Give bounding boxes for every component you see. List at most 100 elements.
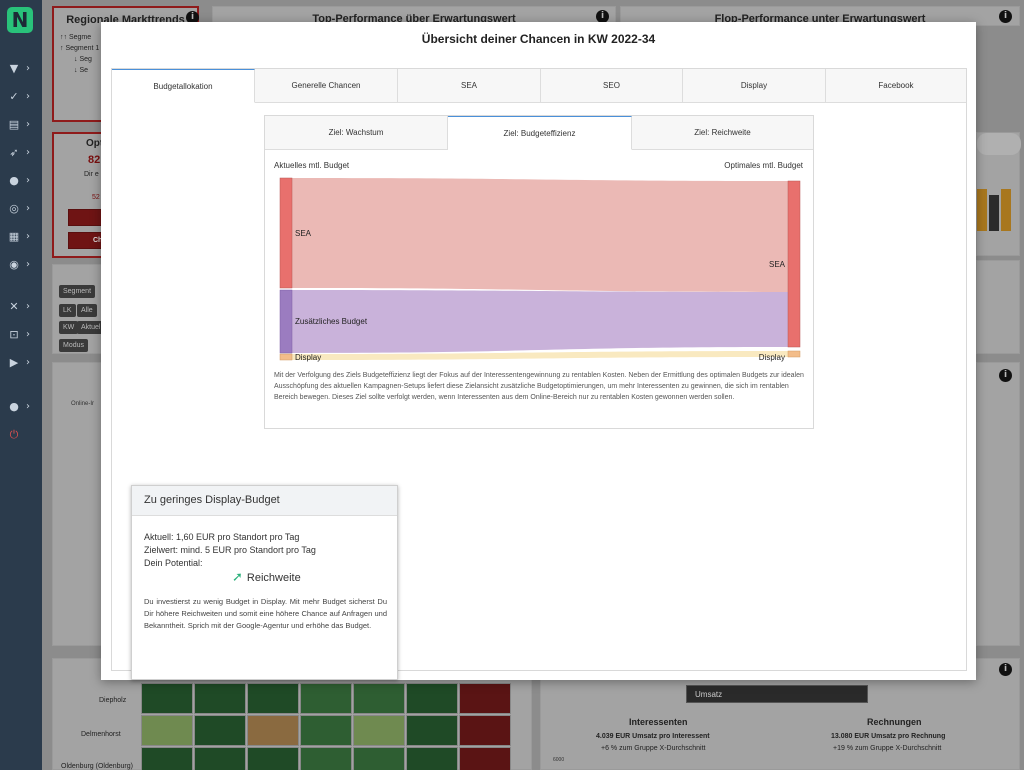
sankey-label-display-left: Display [295,353,321,362]
metric-dropdown[interactable]: Umsatz [686,685,868,703]
filter-icon: ▼ [9,62,19,75]
tab-display[interactable]: Display [683,69,826,103]
sankey-node-sea-right [787,180,801,348]
tab-seo[interactable]: SEO [541,69,683,103]
chevron-right-icon: › [26,329,30,340]
subtab-reichweite[interactable]: Ziel: Reichweite [632,116,813,150]
heatmap-cell[interactable] [141,715,193,746]
heatmap-cell[interactable] [247,715,299,746]
heatmap-cell[interactable] [194,715,246,746]
sankey-label-display-right: Display [759,353,785,362]
heatmap-cell[interactable] [406,715,458,746]
stat-title: Rechnungen [867,717,922,727]
side-chart-card [976,132,1021,256]
document-icon: ▤ [8,118,20,131]
alert-title: Zu geringes Display-Budget [132,486,397,516]
tab-sea[interactable]: SEA [398,69,541,103]
heatmap-cell[interactable] [194,747,246,770]
tab-generelle-chancen[interactable]: Generelle Chancen [255,69,398,103]
optimal-budget-label: Optimales mtl. Budget [724,161,803,170]
main-tabs: Budgetallokation Generelle Chancen SEA S… [112,69,966,103]
sidebar-item-eye[interactable]: ◉ › [0,254,42,278]
sankey-flow-sea [292,178,788,292]
stat-sub: +19 % zum Gruppe X-Durchschnitt [833,745,942,752]
chevron-right-icon: › [26,231,30,242]
trend-row: ↓ Seg [74,56,92,63]
heatmap-cell[interactable] [353,747,405,770]
stat-value: 4.039 EUR Umsatz pro Interessent [596,733,710,740]
opt-num: 52 [92,194,100,201]
heatmap-cell[interactable] [141,683,193,714]
heatmap-cell[interactable] [406,747,458,770]
app-logo[interactable]: N [7,7,33,33]
sidebar-item-filter[interactable]: ▼ › [0,58,42,82]
alert-current: Aktuell: 1,60 EUR pro Standort pro Tag [144,532,300,542]
alert-potential: ➚ Reichweite [232,570,301,585]
heatmap-cell[interactable] [406,683,458,714]
sidebar-item-user[interactable]: ● › [0,396,42,420]
goal-description: Mit der Verfolgung des Ziels Budgeteffiz… [274,372,804,401]
chevron-right-icon: › [26,91,30,102]
lock-icon: ⊡ [9,328,19,341]
sidebar-item-play[interactable]: ▶ › [0,352,42,376]
chances-modal: Übersicht deiner Chancen in KW 2022-34 B… [101,22,976,680]
opt-value: 82 [88,154,101,166]
modal-body: Budgetallokation Generelle Chancen SEA S… [111,68,967,680]
heatmap-cell[interactable] [194,683,246,714]
heatmap-cell[interactable] [353,715,405,746]
heatmap-cell[interactable] [459,715,511,746]
heatmap-cell[interactable] [300,683,352,714]
chevron-right-icon: › [26,401,30,412]
sankey-node-display-left [279,353,293,361]
heatmap-cell[interactable] [300,747,352,770]
heatmap-row-label: Diepholz [99,697,127,704]
target-icon: ◎ [9,202,19,215]
chevron-right-icon: › [26,259,30,270]
heatmap-cell[interactable] [459,683,511,714]
heatmap-cell[interactable] [247,747,299,770]
stat-title: Interessenten [629,717,688,727]
sidebar-item-power[interactable]: ⏻ [0,424,42,448]
info-icon[interactable]: i [999,663,1012,676]
eye-icon: ◉ [9,258,19,271]
stat-sub: +6 % zum Gruppe X-Durchschnitt [601,745,706,752]
heatmap-cell[interactable] [300,715,352,746]
info-icon[interactable]: i [999,10,1012,23]
info-icon[interactable]: i [999,369,1012,382]
sidebar-item-check[interactable]: ✓ › [0,86,42,110]
map-label: Online-Ir [71,401,95,407]
heatmap-cell[interactable] [247,683,299,714]
heatmap-cell[interactable] [353,683,405,714]
sidebar-item-tools[interactable]: ✕ › [0,296,42,320]
current-budget-label: Aktuelles mtl. Budget [274,161,350,170]
lk-filter[interactable]: LK [59,304,76,317]
sidebar-item-rocket[interactable]: ➶ › [0,142,42,166]
segment-filter[interactable]: Segment [59,285,96,298]
sidebar-item-document[interactable]: ▤ › [0,114,42,138]
tab-budgetallokation[interactable]: Budgetallokation [112,69,255,103]
sidebar: N ▼ › ✓ › ▤ › ➶ › ● › ◎ › ▦ › ◉ › ✕ › ⊡ › ▶ › ● › ⏻ [0,0,42,770]
trend-row: ↓ Se [74,67,89,74]
alle-filter[interactable]: Alle [77,304,97,317]
play-icon: ▶ [9,356,19,369]
trend-up-arrow-icon: ➚ [232,570,243,585]
kw-filter[interactable]: KW [59,321,79,334]
rocket-icon: ➶ [9,146,19,159]
sidebar-item-lock[interactable]: ⊡ › [0,324,42,348]
sidebar-item-table[interactable]: ▦ › [0,226,42,250]
tab-facebook[interactable]: Facebook [826,69,966,103]
alert-text: Du investierst zu wenig Budget in Displa… [144,597,387,630]
sidebar-item-target[interactable]: ◎ › [0,198,42,222]
opt-sub: Dir e [84,171,99,178]
trend-row: ↑ Segment 1 [60,45,100,52]
alert-potential-value: Reichweite [246,572,301,584]
heatmap-cell[interactable] [459,747,511,770]
heatmap-cell[interactable] [141,747,193,770]
subtab-wachstum[interactable]: Ziel: Wachstum [265,116,448,150]
modus-filter[interactable]: Modus [59,339,89,352]
sidebar-item-lightbulb[interactable]: ● › [0,170,42,194]
modal-title: Übersicht deiner Chancen in KW 2022-34 [421,32,656,46]
sankey-node-display-right [787,350,801,358]
subtab-budgeteffizienz[interactable]: Ziel: Budgeteffizienz [448,116,632,150]
side-line-card: i [976,362,1020,646]
